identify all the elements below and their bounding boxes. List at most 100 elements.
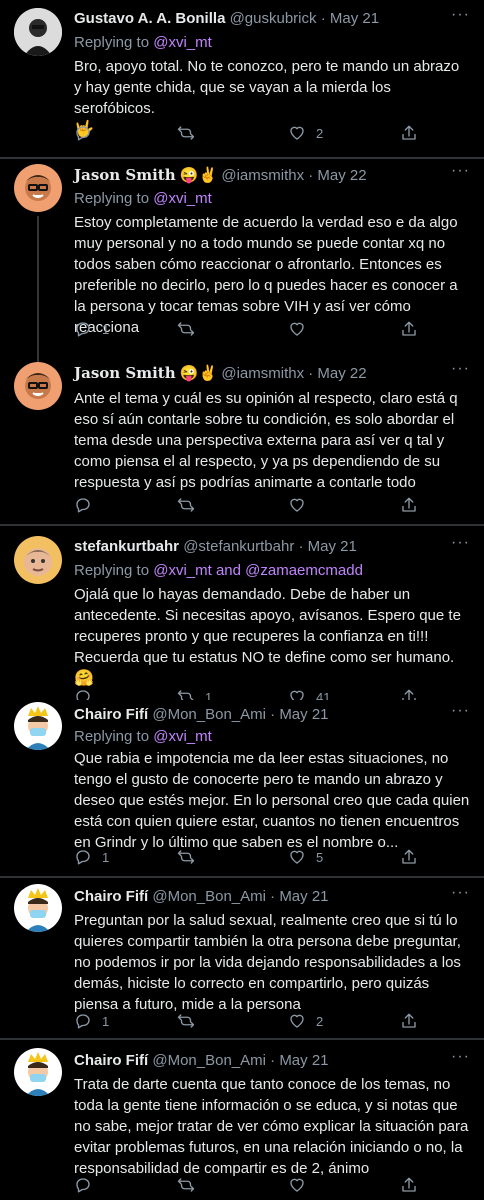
retweet-button[interactable]: [177, 1176, 205, 1194]
reply-icon: [76, 850, 90, 865]
tweet-date[interactable]: May 21: [279, 888, 328, 905]
author-name[interactable]: Jason Smith: [74, 166, 176, 184]
mention-link[interactable]: @xvi_mt: [153, 34, 212, 51]
tweet-2[interactable]: Jason Smith 😜✌️ @iamsmithx · May 22 ··· …: [0, 160, 484, 350]
heart-icon: [290, 322, 304, 336]
share-button[interactable]: [400, 848, 418, 866]
divider: [0, 1038, 484, 1040]
more-options-icon[interactable]: ···: [451, 6, 470, 24]
name-emoji-icon: 😜✌️: [179, 365, 218, 382]
replying-to: Replying to @xvi_mt: [74, 34, 212, 51]
author-handle[interactable]: @stefankurtbahr: [183, 538, 294, 555]
tweet-4[interactable]: stefankurtbahr @stefankurtbahr · May 21 …: [0, 528, 484, 700]
divider: [0, 157, 484, 159]
mention-link[interactable]: @xvi_mt: [153, 728, 212, 745]
tweet-date[interactable]: May 21: [308, 538, 357, 555]
tweet-1[interactable]: Gustavo A. A. Bonilla @guskubrick · May …: [0, 0, 484, 160]
reply-icon: [76, 690, 90, 700]
reply-button[interactable]: 1: [74, 848, 109, 866]
tweet-actions: [74, 496, 444, 516]
reply-button[interactable]: 1: [74, 1012, 109, 1030]
share-button[interactable]: [400, 1012, 418, 1030]
retweet-button[interactable]: [177, 320, 205, 338]
replying-label: Replying to: [74, 34, 150, 51]
tweet-6[interactable]: Chairo Fifí @Mon_Bon_Ami · May 21 ··· Pr…: [0, 880, 484, 1040]
like-count: 2: [316, 125, 324, 141]
tweet-date[interactable]: May 22: [317, 365, 366, 382]
tweet-date[interactable]: May 21: [279, 1052, 328, 1069]
author-handle[interactable]: @Mon_Bon_Ami: [152, 1052, 266, 1069]
retweet-icon: [177, 1014, 195, 1028]
reply-button[interactable]: [74, 124, 102, 142]
avatar[interactable]: [14, 362, 62, 410]
retweet-button[interactable]: [177, 848, 205, 866]
like-button[interactable]: [288, 320, 316, 338]
divider: [0, 524, 484, 526]
author-name[interactable]: stefankurtbahr: [74, 538, 179, 555]
retweet-button[interactable]: [177, 1012, 205, 1030]
separator-dot: ·: [270, 888, 276, 905]
retweet-button[interactable]: 1: [177, 688, 212, 700]
separator-dot: ·: [320, 10, 326, 27]
share-button[interactable]: [400, 124, 418, 142]
reply-button[interactable]: [74, 496, 102, 514]
tweet-5[interactable]: Chairo Fifí @Mon_Bon_Ami · May 21 ··· Re…: [0, 700, 484, 876]
author-name[interactable]: Jason Smith: [74, 364, 176, 382]
avatar[interactable]: [14, 536, 62, 584]
more-options-icon[interactable]: ···: [451, 1048, 470, 1066]
more-options-icon[interactable]: ···: [451, 360, 470, 378]
author-name[interactable]: Chairo Fifí: [74, 706, 148, 723]
separator-dot: ·: [298, 538, 304, 555]
author-handle[interactable]: @guskubrick: [230, 10, 317, 27]
tweet-date[interactable]: May 21: [279, 706, 328, 723]
more-options-icon[interactable]: ···: [451, 534, 470, 552]
retweet-icon: [177, 498, 195, 512]
reply-button[interactable]: [74, 688, 102, 700]
author-name[interactable]: Chairo Fifí: [74, 1052, 148, 1069]
author-name[interactable]: Gustavo A. A. Bonilla: [74, 10, 225, 27]
reply-icon: [76, 1014, 90, 1029]
tweet-3[interactable]: Jason Smith 😜✌️ @iamsmithx · May 22 ··· …: [0, 358, 484, 522]
share-button[interactable]: [400, 320, 418, 338]
like-button[interactable]: [288, 496, 316, 514]
avatar[interactable]: [14, 164, 62, 212]
author-handle[interactable]: @iamsmithx: [221, 365, 304, 382]
like-button[interactable]: 2: [288, 1012, 323, 1030]
like-button[interactable]: [288, 1176, 316, 1194]
share-button[interactable]: [400, 1176, 418, 1194]
retweet-button[interactable]: [177, 496, 205, 514]
more-options-icon[interactable]: ···: [451, 702, 470, 720]
author-handle[interactable]: @Mon_Bon_Ami: [152, 706, 266, 723]
author-handle[interactable]: @Mon_Bon_Ami: [152, 888, 266, 905]
like-button[interactable]: 2: [288, 124, 323, 142]
heart-icon: [290, 850, 304, 864]
mention-link[interactable]: @xvi_mt: [153, 190, 212, 207]
replying-label: Replying to: [74, 562, 150, 579]
heart-icon: [290, 690, 304, 700]
share-button[interactable]: [400, 496, 418, 514]
tweet-date[interactable]: May 22: [317, 167, 366, 184]
mention-link[interactable]: @xvi_mt and @zamaemcmadd: [153, 562, 363, 579]
author-name[interactable]: Chairo Fifí: [74, 888, 148, 905]
like-button[interactable]: 5: [288, 848, 323, 866]
avatar[interactable]: [14, 702, 62, 750]
more-options-icon[interactable]: ···: [451, 162, 470, 180]
more-options-icon[interactable]: ···: [451, 884, 470, 902]
avatar[interactable]: [14, 1048, 62, 1096]
reply-button[interactable]: 1: [74, 320, 109, 338]
name-emoji-icon: 😜✌️: [179, 167, 218, 184]
avatar[interactable]: [14, 884, 62, 932]
avatar[interactable]: [14, 8, 62, 56]
share-icon: [402, 497, 416, 512]
heart-icon: [290, 1178, 304, 1192]
tweet-date[interactable]: May 21: [330, 10, 379, 27]
reply-button[interactable]: [74, 1176, 102, 1194]
tweet-actions: [74, 1176, 444, 1196]
retweet-button[interactable]: [177, 124, 205, 142]
heart-icon: [290, 498, 304, 512]
reply-count: 1: [102, 321, 110, 337]
author-handle[interactable]: @iamsmithx: [221, 167, 304, 184]
tweet-7[interactable]: Chairo Fifí @Mon_Bon_Ami · May 21 ··· Tr…: [0, 1042, 484, 1200]
share-button[interactable]: [400, 688, 418, 700]
like-button[interactable]: 41: [288, 688, 330, 700]
